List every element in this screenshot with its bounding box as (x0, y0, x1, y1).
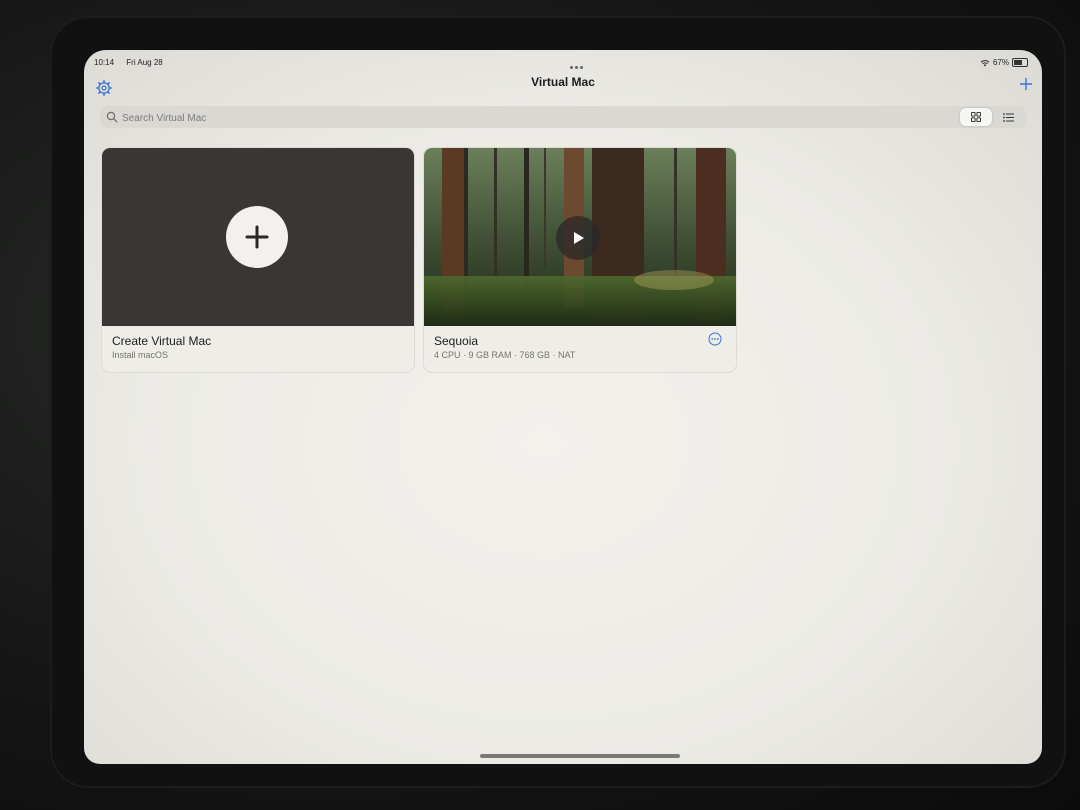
list-view-button[interactable] (992, 108, 1024, 126)
view-toggle (958, 106, 1026, 128)
search-field[interactable] (100, 106, 974, 128)
ipad-screen: 10:14 Fri Aug 28 67% Virtual Mac Search … (84, 50, 1042, 764)
plus-icon (245, 225, 269, 249)
create-virtual-mac-card[interactable]: Create Virtual Mac Install macOS (102, 148, 414, 372)
home-indicator[interactable] (480, 754, 680, 758)
card-subtitle: 4 CPU · 9 GB RAM · 768 GB · NAT (434, 350, 576, 360)
add-icon[interactable] (1018, 76, 1034, 92)
grid-view-button[interactable] (960, 108, 992, 126)
list-icon (1002, 112, 1014, 122)
status-bar: 10:14 Fri Aug 28 67% (94, 58, 1028, 70)
card-subtitle: Install macOS (112, 350, 169, 360)
more-options-icon[interactable] (708, 332, 722, 346)
create-thumbnail (102, 148, 414, 326)
sequoia-vm-card[interactable]: Sequoia 4 CPU · 9 GB RAM · 768 GB · NAT (424, 148, 736, 372)
search-icon (106, 111, 118, 123)
card-title: Sequoia (434, 334, 479, 348)
create-button[interactable] (226, 206, 288, 268)
page-title: Virtual Mac (531, 75, 595, 89)
battery-fill (1014, 60, 1022, 65)
play-icon (574, 232, 584, 244)
battery-percent: 67% (992, 58, 1009, 67)
status-left: 10:14 Fri Aug 28 (94, 58, 173, 67)
multitasking-dots[interactable] (570, 56, 586, 69)
search-input[interactable] (120, 109, 964, 127)
play-button[interactable] (556, 216, 600, 260)
status-date: Fri Aug 28 (126, 58, 163, 67)
battery-icon (1012, 58, 1028, 67)
wifi-icon (980, 59, 990, 66)
search-row (100, 106, 1026, 128)
navigation-bar: Virtual Mac (84, 72, 1042, 98)
grid-icon (971, 112, 981, 122)
status-time: 10:14 (94, 58, 115, 67)
status-right: 67% (980, 58, 1028, 67)
card-title: Create Virtual Mac (112, 334, 212, 348)
